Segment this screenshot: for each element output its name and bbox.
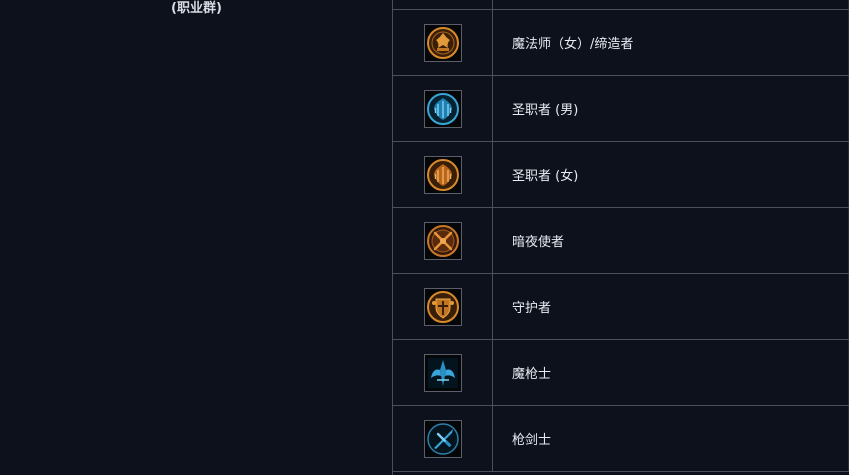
job-name: 圣职者 (女) <box>493 142 849 207</box>
job-name: 暗夜使者 <box>493 208 849 273</box>
job-name: 魔法师（女）/缔造者 <box>493 10 849 75</box>
fleur-emblem-icon <box>423 23 462 62</box>
table-row: 魔枪士 <box>393 340 849 406</box>
icon-cell <box>393 208 493 273</box>
icon-cell <box>393 274 493 339</box>
job-name: 枪剑士 <box>493 406 849 471</box>
crossed-blades-emblem-icon <box>423 221 462 260</box>
job-name: 圣职者 (男) <box>493 76 849 141</box>
guardian-emblem-icon <box>423 287 462 326</box>
icon-cell <box>393 142 493 207</box>
table-row: 魔法师（女）/缔造者 <box>393 10 849 76</box>
table-row: 圣职者 (女) <box>393 142 849 208</box>
table-row: 暗夜使者 <box>393 208 849 274</box>
job-name <box>493 0 849 9</box>
job-group-cell: 人群 (职业群) <box>0 0 393 475</box>
icon-cell <box>393 10 493 75</box>
winged-spear-emblem-icon <box>423 353 462 392</box>
job-rows: 魔法师（女）/缔造者 圣职者 (男) 圣职者 (女) 暗夜使者 守护者 魔枪士 … <box>393 0 849 472</box>
table-row: 守护者 <box>393 274 849 340</box>
icon-cell <box>393 0 493 9</box>
icon-cell <box>393 406 493 471</box>
gunblade-emblem-icon <box>423 419 462 458</box>
job-group-sublabel: (职业群) <box>171 1 222 16</box>
radiant-emblem-icon <box>423 155 462 194</box>
job-name: 守护者 <box>493 274 849 339</box>
table-row <box>393 0 849 10</box>
job-name: 魔枪士 <box>493 340 849 405</box>
icon-cell <box>393 76 493 141</box>
job-table: 人群 (职业群) 魔法师（女）/缔造者 <box>0 0 849 475</box>
table-row: 圣职者 (男) <box>393 76 849 142</box>
radiant-emblem-icon <box>423 89 462 128</box>
table-row: 枪剑士 <box>393 406 849 472</box>
icon-cell <box>393 340 493 405</box>
